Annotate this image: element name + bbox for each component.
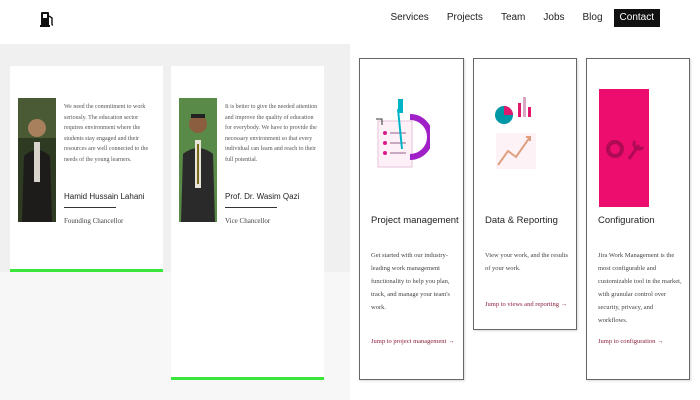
- feature-card-project-management: Project management Get started with our …: [359, 58, 464, 380]
- profile-photo: [179, 98, 217, 222]
- person-name: Hamid Hussain Lahani: [64, 192, 145, 201]
- project-management-illustration: [372, 89, 433, 181]
- site-header: Services Projects Team Jobs Blog Contact: [0, 0, 700, 44]
- testimonial-quote: It is better to give the needed attentio…: [225, 104, 318, 163]
- data-reporting-illustration: [486, 89, 544, 181]
- jump-to-views-and-reporting-link[interactable]: Jump to views and reporting →: [485, 301, 567, 308]
- nav-services-link[interactable]: Services: [390, 9, 428, 27]
- testimonial-quote: We need the commitment to work seriously…: [64, 104, 149, 163]
- jump-to-project-management-link[interactable]: Jump to project management →: [371, 338, 454, 345]
- feature-title: Data & Reporting: [485, 215, 558, 226]
- jump-to-configuration-link[interactable]: Jump to configuration →: [598, 338, 664, 345]
- feature-card-data-reporting: Data & Reporting View your work, and the…: [473, 58, 577, 330]
- name-divider: [225, 207, 277, 208]
- nav-blog-link[interactable]: Blog: [583, 9, 603, 27]
- feature-description: Get started with our industry-leading wo…: [371, 252, 450, 311]
- nav-team-link[interactable]: Team: [501, 9, 525, 27]
- profile-card: We need the commitment to work seriously…: [10, 66, 163, 272]
- person-title: Founding Chancellor: [64, 217, 124, 225]
- main-nav: Services Projects Team Jobs Blog Contact: [372, 9, 660, 27]
- feature-card-configuration: Configuration Jira Work Management is th…: [586, 58, 690, 380]
- feature-description: View your work, and the results of your …: [485, 252, 569, 272]
- configuration-gear-wrench-illustration: [599, 89, 649, 207]
- nav-jobs-link[interactable]: Jobs: [543, 9, 564, 27]
- name-divider: [64, 207, 116, 208]
- person-name: Prof. Dr. Wasim Qazi: [225, 192, 300, 201]
- profile-card: It is better to give the needed attentio…: [171, 66, 324, 380]
- feature-title: Project management: [371, 215, 459, 226]
- nav-contact-button[interactable]: Contact: [613, 9, 660, 27]
- feature-title: Configuration: [598, 215, 655, 226]
- profile-photo: [18, 98, 56, 222]
- nav-projects-link[interactable]: Projects: [447, 9, 483, 27]
- feature-description: Jira Work Management is the most configu…: [598, 252, 682, 324]
- person-title: Vice Chancellor: [225, 217, 271, 225]
- fuel-pump-icon[interactable]: [38, 10, 56, 28]
